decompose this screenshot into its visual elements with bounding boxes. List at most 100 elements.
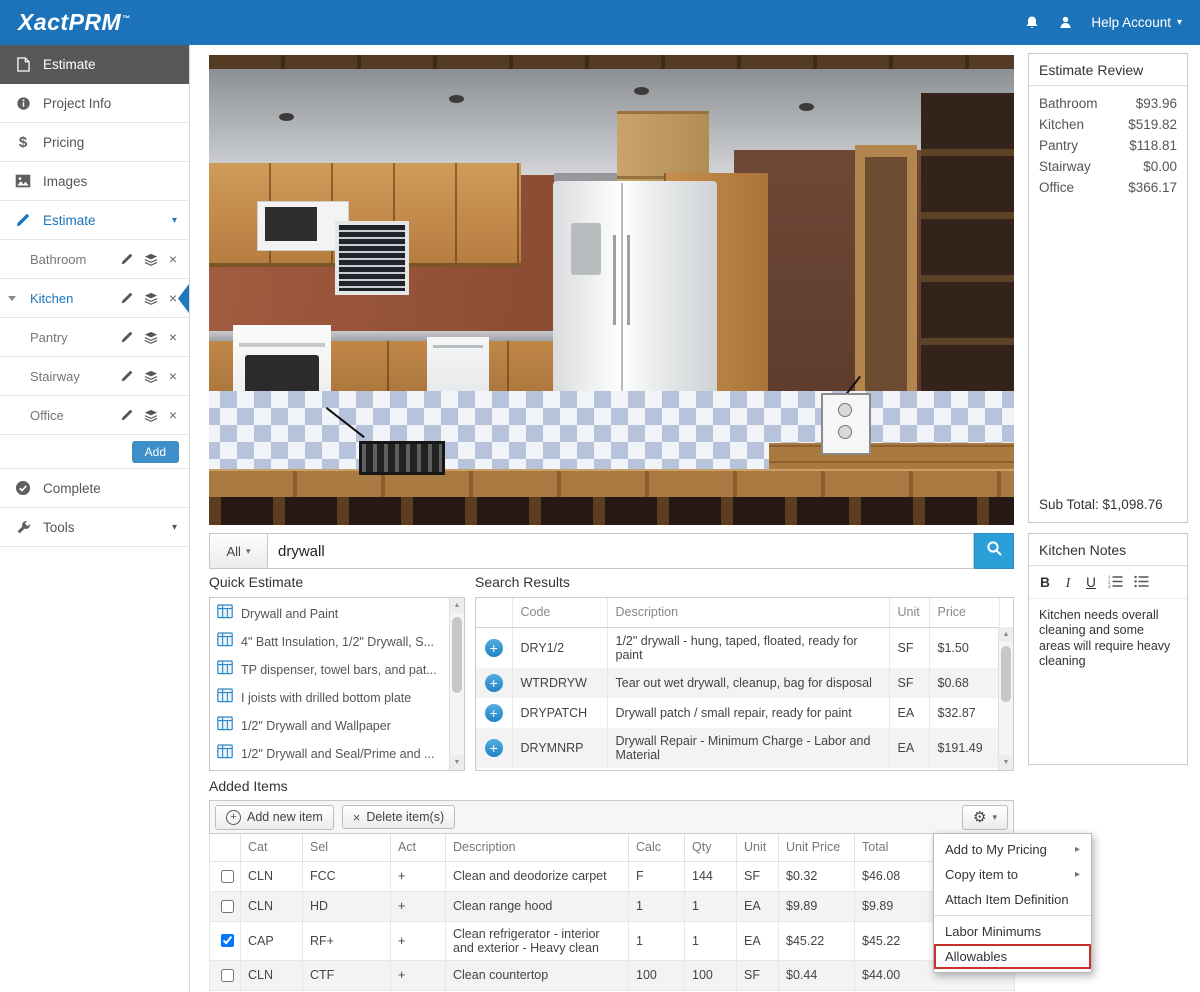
quick-estimate-item[interactable]: 1/2" Drywall and Seal/Prime and ... bbox=[210, 740, 449, 768]
column-header[interactable]: Unit Price bbox=[779, 834, 855, 861]
search-result-row[interactable]: + DRY1/2 1/2" drywall - hung, taped, flo… bbox=[476, 627, 999, 668]
bullet-list-icon[interactable] bbox=[1134, 575, 1149, 591]
layers-icon[interactable] bbox=[144, 292, 158, 305]
column-header[interactable]: Unit bbox=[889, 598, 929, 627]
quick-estimate-item[interactable]: 4" Batt Insulation, 1/2" Drywall, S... bbox=[210, 628, 449, 656]
add-item-plus-icon[interactable]: + bbox=[485, 639, 503, 657]
sidebar-room-kitchen[interactable]: Kitchen × bbox=[0, 279, 189, 318]
menu-item-allowables[interactable]: Allowables bbox=[934, 944, 1091, 969]
scroll-down-icon[interactable]: ▼ bbox=[450, 755, 464, 770]
help-account-menu[interactable]: Help Account ▾ bbox=[1091, 15, 1182, 30]
search-result-row[interactable]: + DRYPATCH Drywall patch / small repair,… bbox=[476, 698, 999, 728]
search-results-scrollbar[interactable]: ▲ ▼ bbox=[998, 627, 1013, 770]
scroll-up-icon[interactable]: ▲ bbox=[999, 627, 1013, 642]
search-button[interactable] bbox=[974, 533, 1014, 569]
chevron-down-icon[interactable]: ▾ bbox=[172, 215, 177, 226]
kitchen-render-image[interactable] bbox=[209, 55, 1014, 525]
close-icon[interactable]: × bbox=[169, 369, 177, 383]
layers-icon[interactable] bbox=[144, 253, 158, 266]
bold-button[interactable]: B bbox=[1039, 576, 1051, 590]
column-header[interactable]: Code bbox=[512, 598, 607, 627]
account-person-icon[interactable] bbox=[1058, 15, 1073, 30]
close-icon[interactable]: × bbox=[169, 330, 177, 344]
edit-pencil-icon[interactable] bbox=[121, 370, 133, 382]
underline-button[interactable]: U bbox=[1085, 576, 1097, 590]
column-header[interactable]: Unit bbox=[737, 834, 779, 861]
layers-icon[interactable] bbox=[144, 409, 158, 422]
sidebar-room-office[interactable]: Office × bbox=[0, 396, 189, 435]
added-item-row[interactable]: CAP RF+ + Clean refrigerator - interior … bbox=[210, 921, 1015, 960]
scroll-down-icon[interactable]: ▼ bbox=[999, 755, 1013, 770]
scroll-up-icon[interactable]: ▲ bbox=[450, 598, 464, 613]
quick-estimate-item[interactable]: TP dispenser, towel bars, and pat... bbox=[210, 656, 449, 684]
review-row[interactable]: Stairway $0.00 bbox=[1039, 156, 1177, 177]
column-header[interactable]: Price bbox=[929, 598, 999, 627]
floor-vent[interactable] bbox=[359, 441, 445, 475]
sidebar-room-stairway[interactable]: Stairway × bbox=[0, 357, 189, 396]
delete-items-button[interactable]: × Delete item(s) bbox=[342, 805, 455, 829]
notifications-bell-icon[interactable] bbox=[1024, 15, 1040, 31]
row-checkbox[interactable] bbox=[221, 900, 234, 913]
close-icon[interactable]: × bbox=[169, 291, 177, 305]
add-item-plus-icon[interactable]: + bbox=[485, 704, 503, 722]
search-result-row[interactable]: + WTRDRYW Tear out wet drywall, cleanup,… bbox=[476, 668, 999, 698]
sidebar-item-complete[interactable]: Complete bbox=[0, 469, 189, 508]
review-row[interactable]: Bathroom $93.96 bbox=[1039, 93, 1177, 114]
search-filter-select[interactable]: All ▾ bbox=[209, 533, 267, 569]
column-header[interactable]: Cat bbox=[241, 834, 303, 861]
sidebar-item-pricing[interactable]: $ Pricing bbox=[0, 123, 189, 162]
column-header[interactable]: Calc bbox=[629, 834, 685, 861]
column-header[interactable]: Qty bbox=[685, 834, 737, 861]
add-new-item-button[interactable]: + Add new item bbox=[215, 805, 334, 830]
close-icon[interactable]: × bbox=[169, 408, 177, 422]
sidebar-item-estimate-section[interactable]: Estimate ▾ bbox=[0, 201, 189, 240]
quick-estimate-scrollbar[interactable]: ▲ ▼ bbox=[449, 598, 464, 770]
notes-text-area[interactable]: Kitchen needs overall cleaning and some … bbox=[1029, 599, 1187, 680]
scrollbar-thumb[interactable] bbox=[1001, 646, 1011, 702]
cell-act[interactable]: + bbox=[391, 921, 446, 960]
review-row[interactable]: Pantry $118.81 bbox=[1039, 135, 1177, 156]
ordered-list-icon[interactable]: 123 bbox=[1108, 575, 1123, 591]
row-checkbox[interactable] bbox=[221, 934, 234, 947]
menu-item-add-to-my-pricing[interactable]: Add to My Pricing ▸ bbox=[934, 837, 1091, 862]
added-item-row[interactable]: CLN CTF + Clean countertop 100 100 SF $0… bbox=[210, 960, 1015, 990]
sidebar-room-pantry[interactable]: Pantry × bbox=[0, 318, 189, 357]
row-checkbox[interactable] bbox=[221, 870, 234, 883]
quick-estimate-item[interactable]: 1/2" Drywall and Wallpaper bbox=[210, 712, 449, 740]
column-header[interactable]: Description bbox=[446, 834, 629, 861]
review-row[interactable]: Office $366.17 bbox=[1039, 177, 1177, 198]
sidebar-item-project-info[interactable]: Project Info bbox=[0, 84, 189, 123]
added-item-row[interactable]: CLN HD + Clean range hood 1 1 EA $9.89 $… bbox=[210, 891, 1015, 921]
added-item-row[interactable]: CLN FCC + Clean and deodorize carpet F 1… bbox=[210, 861, 1015, 891]
sidebar-item-estimate-top[interactable]: Estimate bbox=[0, 45, 189, 84]
menu-item-labor-minimums[interactable]: Labor Minimums bbox=[934, 919, 1091, 944]
add-item-plus-icon[interactable]: + bbox=[485, 674, 503, 692]
edit-pencil-icon[interactable] bbox=[121, 253, 133, 265]
column-header[interactable]: Sel bbox=[303, 834, 391, 861]
add-room-button[interactable]: Add bbox=[132, 441, 179, 463]
cell-act[interactable]: + bbox=[391, 891, 446, 921]
edit-pencil-icon[interactable] bbox=[121, 292, 133, 304]
row-checkbox[interactable] bbox=[221, 969, 234, 982]
layers-icon[interactable] bbox=[144, 331, 158, 344]
chevron-down-icon[interactable]: ▾ bbox=[172, 522, 177, 533]
item-options-gear-button[interactable]: ⚙ ▾ bbox=[962, 805, 1008, 830]
edit-pencil-icon[interactable] bbox=[121, 409, 133, 421]
cell-act[interactable]: + bbox=[391, 861, 446, 891]
add-item-plus-icon[interactable]: + bbox=[485, 739, 503, 757]
quick-estimate-item[interactable]: Drywall and Paint bbox=[210, 600, 449, 628]
close-icon[interactable]: × bbox=[169, 252, 177, 266]
quick-estimate-item-partial[interactable] bbox=[210, 768, 449, 770]
menu-item-copy-item-to[interactable]: Copy item to ▸ bbox=[934, 862, 1091, 887]
cell-act[interactable]: + bbox=[391, 960, 446, 990]
scrollbar-thumb[interactable] bbox=[452, 617, 462, 693]
search-input[interactable] bbox=[267, 533, 974, 569]
edit-pencil-icon[interactable] bbox=[121, 331, 133, 343]
sidebar-item-tools[interactable]: Tools ▾ bbox=[0, 508, 189, 547]
column-header[interactable]: Description bbox=[607, 598, 889, 627]
menu-item-attach-item-definition[interactable]: Attach Item Definition bbox=[934, 887, 1091, 912]
sidebar-item-images[interactable]: Images bbox=[0, 162, 189, 201]
sidebar-room-bathroom[interactable]: Bathroom × bbox=[0, 240, 189, 279]
search-result-row[interactable]: + DRYMNRP Drywall Repair - Minimum Charg… bbox=[476, 728, 999, 768]
italic-button[interactable]: I bbox=[1062, 576, 1074, 590]
